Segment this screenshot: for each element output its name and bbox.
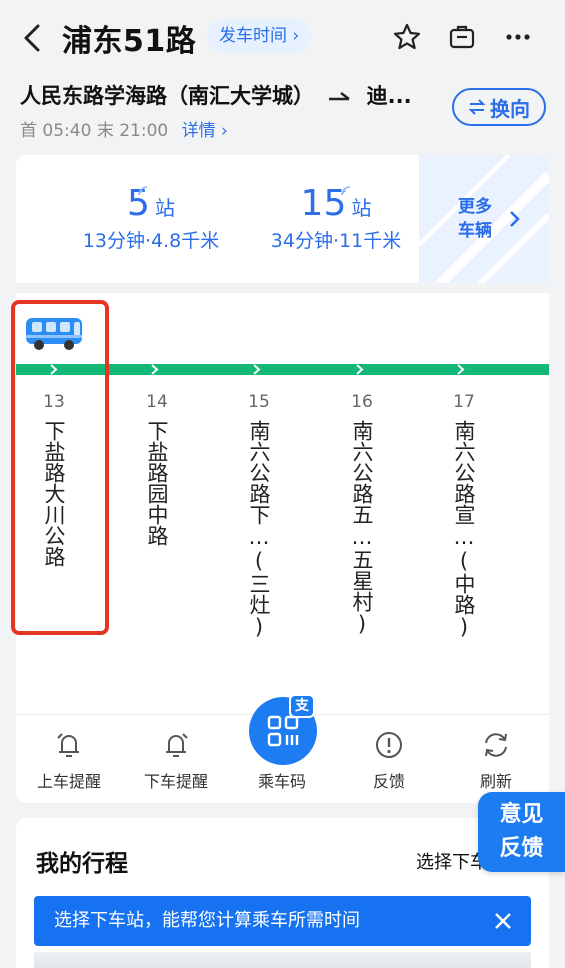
feedback-button[interactable]: 反馈 [344, 730, 434, 792]
stop-index: 16 [351, 392, 373, 412]
direction-chevron-icon [253, 364, 261, 375]
stop-name: 南六公路五…五星村) [350, 420, 374, 636]
swap-icon [468, 99, 486, 115]
more-vehicles-link[interactable]: 更多 车辆 [458, 195, 492, 243]
route-from: 人民东路学海路（南汇大学城） [20, 84, 314, 108]
my-trip-title: 我的行程 [36, 851, 128, 877]
stop-name: 下盐路园中路 [145, 420, 169, 546]
schedule-button[interactable]: 发车时间 › [207, 19, 312, 53]
more-icon[interactable] [503, 22, 533, 52]
bell-down-icon [166, 733, 188, 757]
schedule-button-label: 发车时间 [219, 26, 287, 46]
header: 浦东51路 发车时间 › [0, 0, 565, 78]
last-time: 21:00 [119, 121, 169, 141]
floating-feedback-button[interactable]: 意见 反馈 [478, 792, 565, 872]
stop-index: 14 [146, 392, 168, 412]
stop-item[interactable]: 15 南六公路下…(三灶) [239, 392, 279, 643]
alipay-badge: 支 [289, 694, 315, 718]
more-vehicles-line2: 车辆 [458, 221, 492, 241]
card-divider [16, 283, 549, 293]
details-link-label: 详情 [181, 121, 216, 141]
back-icon[interactable] [18, 20, 48, 56]
refresh-icon [485, 733, 507, 757]
details-link[interactable]: 详情 › [182, 121, 228, 141]
more-vehicles-line1: 更多 [458, 197, 492, 217]
board-alert-button[interactable]: 上车提醒 [24, 730, 114, 792]
route-direction: 人民东路学海路（南汇大学城） 迪... [20, 80, 412, 110]
bus-2-unit: 站 [351, 196, 372, 220]
stop-item[interactable]: 17 南六公路宣…(中路) [444, 392, 484, 643]
alight-alert-button[interactable]: 下车提醒 [131, 730, 221, 792]
alight-alert-label: 下车提醒 [143, 772, 208, 791]
stop-index: 17 [453, 392, 475, 412]
chevron-right-icon [510, 211, 520, 227]
swap-direction-button[interactable]: 换向 [452, 88, 546, 126]
chevron-right-icon: › [292, 26, 300, 46]
stop-name: 南六公路宣…(中路) [452, 420, 476, 639]
stop-item[interactable]: 14 下盐路园中路 [137, 392, 177, 550]
realtime-signal-icon [341, 186, 351, 196]
floating-feedback-line2: 反馈 [499, 836, 544, 861]
stop-name: 南六公路下…(三灶) [247, 420, 271, 639]
ride-code-label: 乘车码 [257, 772, 306, 791]
exclamation-circle-icon [376, 732, 402, 758]
board-alert-label: 上车提醒 [36, 772, 101, 791]
arrow-right-icon [329, 92, 351, 101]
feedback-label: 反馈 [372, 772, 405, 791]
map-preview[interactable] [34, 952, 531, 968]
bus-2-summary: 34分钟·11千米 [270, 230, 402, 252]
star-icon[interactable] [392, 22, 422, 52]
realtime-signal-icon [138, 186, 148, 196]
page-title: 浦东51路 [62, 24, 197, 59]
direction-chevron-icon [356, 364, 364, 375]
stop-item[interactable]: 16 南六公路五…五星村) [342, 392, 382, 640]
direction-chevron-icon [151, 364, 159, 375]
briefcase-icon[interactable] [447, 22, 477, 52]
hint-toast-text: 选择下车站，能帮您计算乘车所需时间 [54, 910, 360, 931]
swap-direction-label: 换向 [490, 96, 530, 121]
first-label: 首 [20, 121, 37, 141]
refresh-button[interactable]: 刷新 [451, 730, 541, 792]
hint-toast: 选择下车站，能帮您计算乘车所需时间 [34, 896, 531, 946]
bell-up-icon [57, 733, 79, 757]
last-label: 末 [96, 121, 114, 141]
bus-1-unit: 站 [155, 196, 175, 220]
close-icon[interactable] [492, 910, 514, 932]
floating-feedback-line1: 意见 [499, 802, 544, 827]
current-stop-highlight [11, 300, 109, 635]
route-to: 迪... [366, 84, 412, 108]
first-time: 05:40 [42, 121, 92, 141]
refresh-label: 刷新 [479, 772, 512, 791]
qr-code-icon [267, 715, 299, 747]
bus-1-summary: 13分钟·4.8千米 [82, 230, 220, 252]
direction-chevron-icon [457, 364, 465, 375]
bus-eta-2[interactable]: 15 站 34分钟·11千米 [246, 183, 426, 253]
service-hours: 首 05:40 末 21:00 详情 › [20, 116, 228, 141]
bus-eta-1[interactable]: 5 站 13分钟·4.8千米 [76, 183, 226, 253]
stop-index: 15 [248, 392, 270, 412]
